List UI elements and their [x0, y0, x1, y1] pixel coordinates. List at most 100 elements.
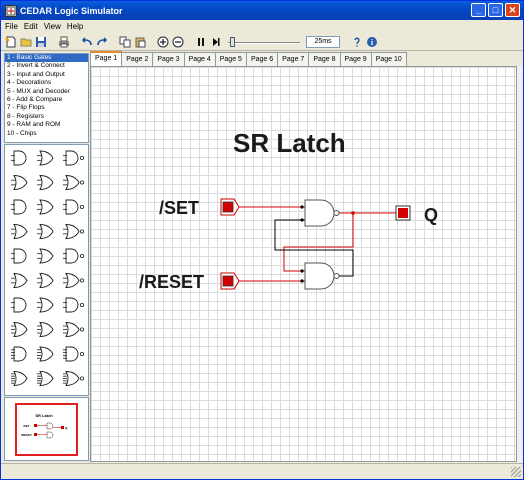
zoom-in-icon[interactable]	[156, 35, 169, 48]
gate-and4-3-icon[interactable]	[63, 346, 85, 362]
redo-icon[interactable]	[95, 35, 108, 48]
gate-or-1-icon[interactable]	[11, 199, 27, 215]
speed-slider[interactable]	[228, 36, 300, 47]
tab-page-4[interactable]: Page 4	[183, 52, 216, 66]
minimize-button[interactable]: _	[471, 3, 486, 17]
copy-icon[interactable]	[118, 35, 131, 48]
app-window: CEDAR Logic Simulator _ □ ✕ File Edit Vi…	[0, 0, 524, 480]
circuit-canvas[interactable]: SR Latch /SET /RESET Q	[90, 66, 517, 462]
gate-and3-1-icon[interactable]	[11, 297, 27, 313]
gate-xor-1-icon[interactable]	[11, 248, 27, 264]
library-item-add-compare[interactable]: 6 - Add & Compare	[5, 96, 88, 104]
gate-or-3-icon[interactable]	[63, 199, 85, 215]
pause-icon[interactable]	[194, 35, 207, 48]
gate-or3-2-icon[interactable]	[37, 322, 54, 337]
library-item-mux-decoder[interactable]: 5 - MUX and Decoder	[5, 88, 88, 96]
nand-gate-top[interactable]	[304, 199, 340, 227]
preview-title: SR Latch	[35, 413, 53, 418]
preview-reset-switch	[34, 433, 37, 436]
tab-page-2[interactable]: Page 2	[121, 52, 154, 66]
page-preview[interactable]: SR Latch /SET /RESET Q	[15, 403, 78, 456]
page-tabs: Page 1 Page 2 Page 3 Page 4 Page 5 Page …	[90, 51, 407, 66]
gate-xnor-3-icon[interactable]	[63, 273, 85, 288]
gate-nor-1-icon[interactable]	[11, 224, 28, 239]
gate-or3-1-icon[interactable]	[11, 322, 28, 337]
tab-page-9[interactable]: Page 9	[339, 52, 372, 66]
tab-page-7[interactable]: Page 7	[277, 52, 310, 66]
gate-nor-3-icon[interactable]	[63, 224, 85, 239]
preview-set-switch	[34, 424, 37, 427]
toolbar: 25ms i	[1, 33, 523, 51]
resize-grip[interactable]	[511, 467, 521, 477]
tab-page-3[interactable]: Page 3	[152, 52, 185, 66]
library-item-ram-rom[interactable]: 9 - RAM and ROM	[5, 121, 88, 129]
set-toggle-switch[interactable]	[220, 198, 240, 216]
new-icon[interactable]	[4, 35, 17, 48]
library-item-invert-connect[interactable]: 2 - Invert & Connect	[5, 62, 88, 70]
circuit-drawing: SR Latch /SET /RESET Q	[139, 128, 438, 292]
save-icon[interactable]	[34, 35, 47, 48]
gate-xor-3-icon[interactable]	[63, 248, 85, 264]
set-label: /SET	[159, 198, 199, 218]
gate-xor-2-icon[interactable]	[37, 248, 54, 264]
gate-nand-2-icon[interactable]	[37, 175, 54, 190]
gate-xnor-1-icon[interactable]	[11, 273, 28, 288]
library-item-input-output[interactable]: 3 - Input and Output	[5, 71, 88, 79]
print-icon[interactable]	[57, 35, 70, 48]
gate-and-2-icon[interactable]	[37, 150, 54, 166]
menu-edit[interactable]: Edit	[24, 20, 38, 33]
library-item-flip-flops[interactable]: 7 - Flip Flops	[5, 104, 88, 112]
title-bar[interactable]: CEDAR Logic Simulator _ □ ✕	[1, 1, 523, 20]
gate-or3-3-icon[interactable]	[63, 322, 85, 337]
paste-icon[interactable]	[133, 35, 146, 48]
tab-page-10[interactable]: Page 10	[370, 52, 407, 66]
step-icon[interactable]	[209, 35, 222, 48]
gate-and4-2-icon[interactable]	[37, 346, 54, 362]
tab-page-1[interactable]: Page 1	[90, 51, 123, 66]
circuit-title: SR Latch	[233, 128, 346, 158]
gate-and3-2-icon[interactable]	[37, 297, 54, 313]
reset-label: /RESET	[139, 272, 204, 292]
canvas-scrollbar[interactable]	[517, 66, 523, 462]
menu-view[interactable]: View	[44, 20, 61, 33]
open-folder-icon[interactable]	[19, 35, 32, 48]
page-preview-panel[interactable]: SR Latch /SET /RESET Q	[4, 397, 89, 461]
tab-page-8[interactable]: Page 8	[308, 52, 341, 66]
library-item-chips[interactable]: 10 - Chips	[5, 130, 88, 138]
gate-palette-grid	[11, 150, 85, 386]
nand-gate-bottom[interactable]	[304, 262, 340, 290]
gate-palette	[4, 144, 89, 396]
help-icon[interactable]	[350, 35, 363, 48]
gate-and5-3-icon[interactable]	[63, 371, 85, 386]
undo-icon[interactable]	[80, 35, 93, 48]
gate-and4-1-icon[interactable]	[11, 346, 27, 362]
gate-and5-1-icon[interactable]	[11, 371, 28, 386]
gate-or-2-icon[interactable]	[37, 199, 54, 215]
speed-field[interactable]: 25ms	[306, 35, 340, 48]
gate-and3-3-icon[interactable]	[63, 297, 85, 313]
menu-file[interactable]: File	[5, 20, 18, 33]
library-list[interactable]: 1 - Basic Gates 2 - Invert & Connect 3 -…	[4, 53, 89, 143]
output-led	[395, 205, 411, 221]
slider-thumb[interactable]	[230, 36, 235, 47]
preview-output-led	[61, 426, 64, 429]
maximize-button[interactable]: □	[488, 3, 503, 17]
app-icon	[5, 4, 17, 17]
gate-xnor-2-icon[interactable]	[37, 273, 54, 288]
menu-help[interactable]: Help	[67, 20, 83, 33]
gate-nor-2-icon[interactable]	[37, 224, 54, 239]
about-icon[interactable]: i	[365, 35, 378, 48]
reset-toggle-switch[interactable]	[220, 272, 240, 290]
gate-and-1-icon[interactable]	[11, 150, 27, 166]
library-item-registers[interactable]: 8 - Registers	[5, 113, 88, 121]
close-button[interactable]: ✕	[505, 3, 520, 17]
library-item-basic-gates[interactable]: 1 - Basic Gates	[5, 54, 88, 63]
library-item-decorations[interactable]: 4 - Decorations	[5, 79, 88, 87]
zoom-out-icon[interactable]	[171, 35, 184, 48]
gate-nand-1-icon[interactable]	[11, 175, 28, 190]
gate-nand-3-icon[interactable]	[63, 175, 85, 190]
tab-page-5[interactable]: Page 5	[214, 52, 247, 66]
gate-and5-2-icon[interactable]	[37, 371, 54, 386]
tab-page-6[interactable]: Page 6	[245, 52, 279, 66]
gate-and-3-icon[interactable]	[63, 150, 85, 166]
